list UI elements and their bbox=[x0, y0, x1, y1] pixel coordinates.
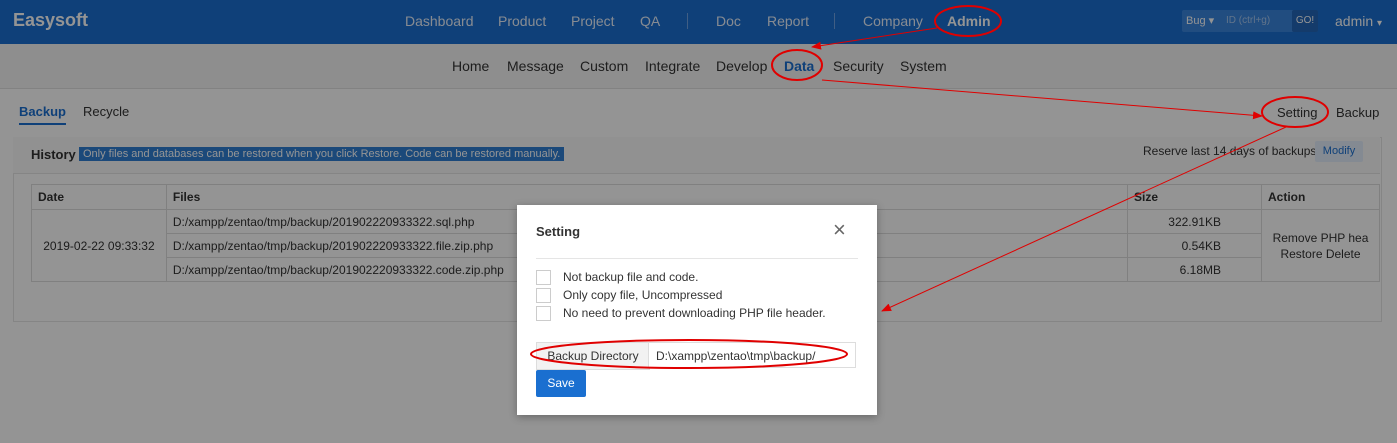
annotation-circle-admin bbox=[934, 5, 1002, 37]
annotation-circle-directory bbox=[530, 339, 848, 369]
annotation-arrow bbox=[821, 79, 1263, 120]
annotation-circle-setting bbox=[1261, 96, 1329, 128]
annotation-circle-data bbox=[771, 49, 823, 81]
annotation-layer bbox=[530, 5, 1329, 369]
annotation-arrow bbox=[811, 27, 938, 50]
annotation-arrow bbox=[881, 126, 1287, 312]
